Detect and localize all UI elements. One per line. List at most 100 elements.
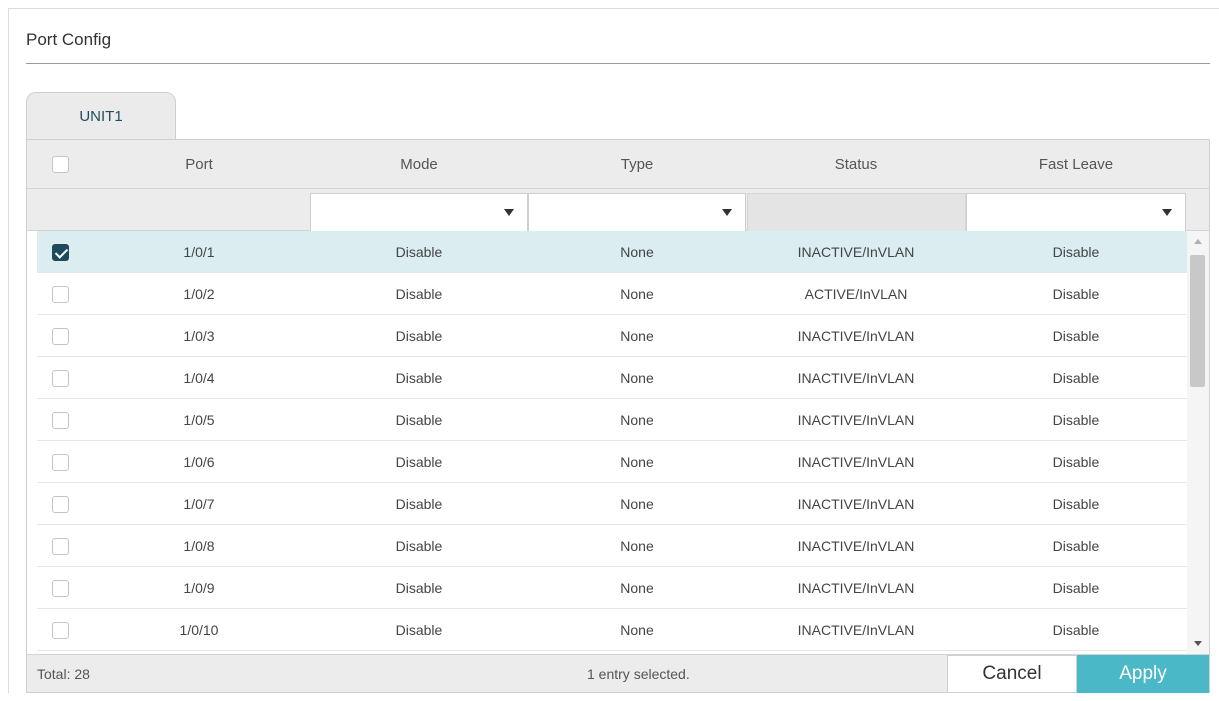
cell-status: INACTIVE/InVLAN — [797, 328, 915, 344]
table-footer: Total: 28 1 entry selected. Cancel Apply — [27, 654, 1209, 693]
cell-type: None — [620, 328, 654, 344]
row-checkbox-cell — [37, 231, 83, 273]
row-checkbox[interactable] — [51, 537, 69, 555]
scroll-up-arrow-icon[interactable] — [1194, 239, 1202, 244]
cell-type: None — [620, 622, 654, 638]
row-checkbox-cell — [37, 609, 83, 651]
table-row[interactable]: 1/0/1 Disable None INACTIVE/InVLAN Disable — [37, 231, 1187, 273]
cell-port: 1/0/4 — [183, 370, 215, 386]
cell-type: None — [620, 370, 654, 386]
cell-type: None — [620, 454, 654, 470]
cell-mode: Disable — [395, 496, 443, 512]
fast-leave-filter-select[interactable] — [966, 193, 1186, 231]
cell-port: 1/0/7 — [183, 496, 215, 512]
status-filter-disabled — [747, 193, 966, 231]
cell-status: INACTIVE/InVLAN — [797, 370, 915, 386]
cell-port: 1/0/9 — [183, 580, 215, 596]
cell-fast-leave: Disable — [1052, 580, 1100, 596]
table-row[interactable]: 1/0/3 Disable None INACTIVE/InVLAN Disable — [37, 315, 1187, 357]
cell-mode: Disable — [395, 580, 443, 596]
cell-mode: Disable — [395, 370, 443, 386]
type-filter-select[interactable] — [528, 193, 746, 231]
table-row[interactable]: 1/0/8 Disable None INACTIVE/InVLAN Disable — [37, 525, 1187, 567]
scrollbar-thumb[interactable] — [1190, 255, 1205, 387]
row-checkbox[interactable] — [51, 621, 69, 639]
header-fast-leave[interactable]: Fast Leave — [966, 140, 1186, 189]
cell-type: None — [620, 538, 654, 554]
cell-fast-leave: Disable — [1052, 244, 1100, 260]
cell-status: INACTIVE/InVLAN — [797, 244, 915, 260]
cell-fast-leave: Disable — [1052, 496, 1100, 512]
caret-down-icon — [504, 209, 514, 216]
cell-port: 1/0/8 — [183, 538, 215, 554]
cell-mode: Disable — [395, 412, 443, 428]
row-checkbox-cell — [37, 483, 83, 525]
cell-fast-leave: Disable — [1052, 286, 1100, 302]
tab-unit1[interactable]: UNIT1 — [26, 92, 176, 140]
cell-status: INACTIVE/InVLAN — [797, 580, 915, 596]
cell-mode: Disable — [395, 286, 443, 302]
cell-port: 1/0/3 — [183, 328, 215, 344]
row-checkbox-cell — [37, 357, 83, 399]
table-row[interactable]: 1/0/7 Disable None INACTIVE/InVLAN Disable — [37, 483, 1187, 525]
cell-mode: Disable — [395, 244, 443, 260]
cancel-button[interactable]: Cancel — [947, 655, 1077, 693]
cell-port: 1/0/1 — [183, 244, 215, 260]
cell-status: INACTIVE/InVLAN — [797, 412, 915, 428]
cell-mode: Disable — [395, 622, 443, 638]
row-checkbox-cell — [37, 273, 83, 315]
cell-fast-leave: Disable — [1052, 538, 1100, 554]
cell-mode: Disable — [395, 454, 443, 470]
cell-status: INACTIVE/InVLAN — [797, 454, 915, 470]
mode-filter-select[interactable] — [310, 193, 528, 231]
cell-mode: Disable — [395, 328, 443, 344]
header-type[interactable]: Type — [528, 140, 746, 189]
row-checkbox[interactable] — [51, 369, 69, 387]
header-port[interactable]: Port — [93, 140, 305, 189]
cell-fast-leave: Disable — [1052, 370, 1100, 386]
page-title: Port Config — [26, 30, 112, 49]
title-divider — [26, 63, 1210, 64]
table-row[interactable]: 1/0/5 Disable None INACTIVE/InVLAN Disable — [37, 399, 1187, 441]
cell-type: None — [620, 244, 654, 260]
apply-button[interactable]: Apply — [1077, 655, 1209, 693]
caret-down-icon — [722, 209, 732, 216]
row-checkbox-cell — [37, 567, 83, 609]
header-mode[interactable]: Mode — [310, 140, 528, 189]
total-count: Total: 28 — [37, 666, 90, 682]
select-all-checkbox[interactable] — [52, 156, 69, 173]
row-checkbox[interactable] — [51, 327, 69, 345]
cell-status: INACTIVE/InVLAN — [797, 496, 915, 512]
row-checkbox[interactable] — [51, 243, 69, 261]
cell-port: 1/0/2 — [183, 286, 215, 302]
table-header: Port Mode Type Status Fast Leave — [27, 140, 1209, 189]
filter-row — [27, 189, 1209, 231]
cell-type: None — [620, 580, 654, 596]
cell-status: INACTIVE/InVLAN — [797, 622, 915, 638]
vertical-scrollbar[interactable] — [1187, 231, 1209, 654]
table-row[interactable]: 1/0/9 Disable None INACTIVE/InVLAN Disable — [37, 567, 1187, 609]
row-checkbox[interactable] — [51, 453, 69, 471]
row-checkbox[interactable] — [51, 495, 69, 513]
row-checkbox[interactable] — [51, 285, 69, 303]
header-status[interactable]: Status — [746, 140, 966, 189]
cell-type: None — [620, 496, 654, 512]
table-row[interactable]: 1/0/2 Disable None ACTIVE/InVLAN Disable — [37, 273, 1187, 315]
row-checkbox-cell — [37, 441, 83, 483]
selection-status: 1 entry selected. — [587, 666, 690, 682]
cell-port: 1/0/6 — [183, 454, 215, 470]
cell-fast-leave: Disable — [1052, 412, 1100, 428]
table-body: 1/0/1 Disable None INACTIVE/InVLAN Disable 1/… — [27, 231, 1187, 654]
table-row[interactable]: 1/0/6 Disable None INACTIVE/InVLAN Disable — [37, 441, 1187, 483]
row-checkbox-cell — [37, 399, 83, 441]
row-checkbox[interactable] — [51, 411, 69, 429]
caret-down-icon — [1162, 209, 1172, 216]
scroll-down-arrow-icon[interactable] — [1194, 641, 1202, 646]
table-row[interactable]: 1/0/10 Disable None INACTIVE/InVLAN Disable — [37, 609, 1187, 651]
cell-status: INACTIVE/InVLAN — [797, 538, 915, 554]
port-config-table: Port Mode Type Status Fast Leave 1/0/1 Di… — [26, 139, 1210, 693]
table-row[interactable]: 1/0/4 Disable None INACTIVE/InVLAN Disable — [37, 357, 1187, 399]
row-checkbox[interactable] — [51, 579, 69, 597]
cell-mode: Disable — [395, 538, 443, 554]
row-checkbox-cell — [37, 525, 83, 567]
